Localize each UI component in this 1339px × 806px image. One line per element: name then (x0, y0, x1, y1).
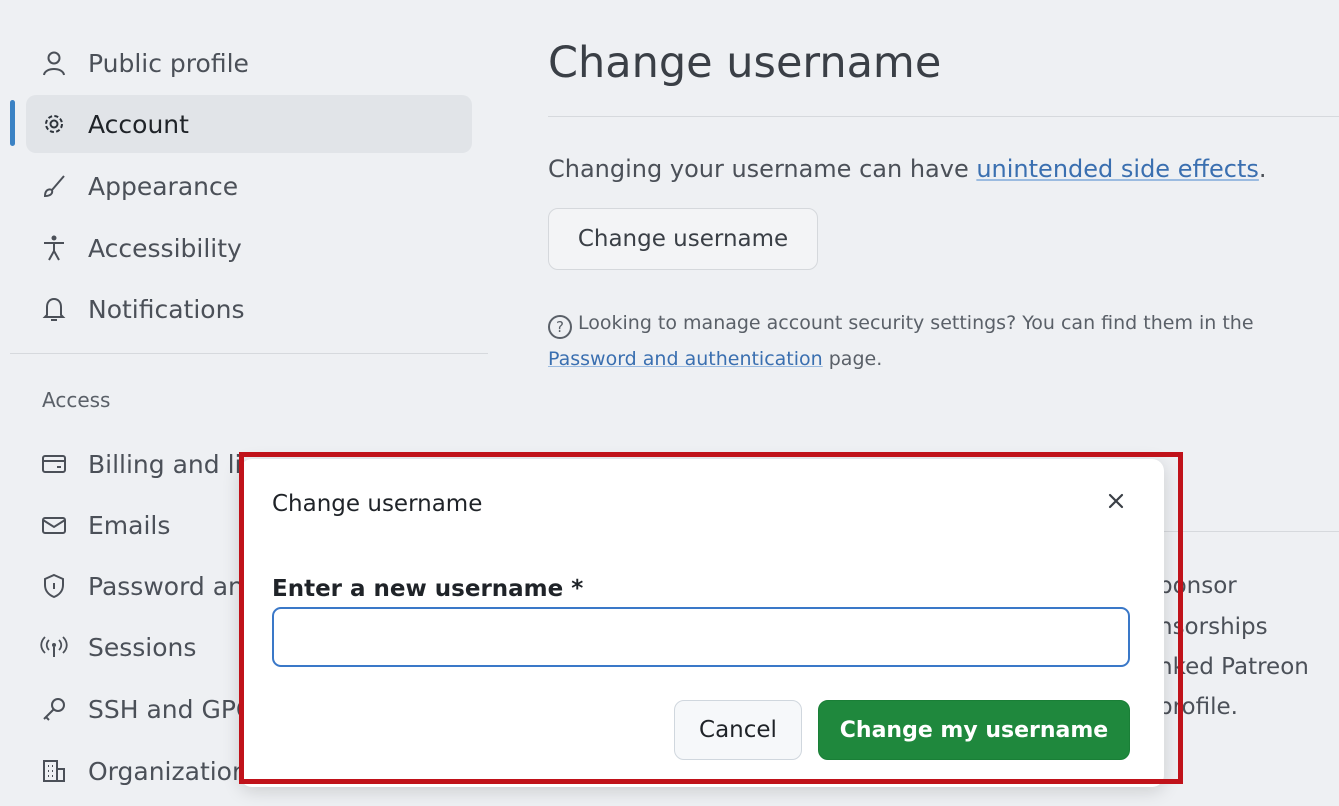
credit-card-icon (42, 455, 66, 473)
sidebar-item-accessibility[interactable]: Accessibility (26, 219, 472, 277)
question-icon: ? (548, 315, 572, 339)
side-effects-link[interactable]: unintended side effects (976, 155, 1259, 183)
sidebar-item-label: Password an (88, 571, 244, 601)
bell-icon (42, 297, 66, 321)
help-text: Looking to manage account security setti… (578, 312, 1254, 334)
section-label-access: Access (42, 388, 111, 412)
sidebar-item-appearance[interactable]: Appearance (26, 157, 472, 215)
change-username-description: Changing your username can have unintend… (548, 155, 1267, 183)
accessibility-icon (44, 235, 64, 261)
active-indicator (10, 100, 15, 146)
sidebar-item-label: Accessibility (88, 233, 242, 263)
organization-icon (43, 760, 65, 782)
highlight-box (239, 452, 1183, 784)
broadcast-icon (40, 636, 68, 657)
sidebar-item-label: Account (88, 109, 189, 139)
sidebar-item-notifications[interactable]: Notifications (26, 280, 472, 338)
sidebar-item-label: SSH and GPG (88, 694, 256, 724)
page-title: Change username (548, 38, 942, 88)
sidebar-divider (10, 353, 488, 354)
paintbrush-icon (43, 175, 65, 198)
person-icon (43, 51, 65, 76)
help-suffix: page. (822, 348, 883, 370)
sidebar-item-label: Public profile (88, 48, 249, 78)
change-username-button[interactable]: Change username (548, 208, 818, 270)
description-suffix: . (1258, 155, 1267, 183)
mail-icon (42, 517, 66, 534)
shield-lock-icon (44, 573, 64, 599)
sidebar-item-label: Sessions (88, 632, 197, 662)
sidebar-item-label: Notifications (88, 294, 245, 324)
key-icon (43, 698, 65, 721)
security-help-text: ? Looking to manage account security sett… (548, 305, 1328, 377)
gear-icon (45, 115, 63, 133)
sidebar-item-label: Organization (88, 756, 248, 786)
sidebar-item-account[interactable]: Account (26, 95, 472, 153)
sidebar-item-label: Billing and li (88, 449, 242, 479)
password-authentication-link[interactable]: Password and authentication (548, 348, 823, 370)
sidebar-item-label: Emails (88, 510, 171, 540)
sidebar-item-label: Appearance (88, 171, 239, 201)
sidebar-item-public-profile[interactable]: Public profile (26, 34, 472, 92)
description-text: Changing your username can have (548, 155, 977, 183)
title-divider (548, 116, 1339, 117)
